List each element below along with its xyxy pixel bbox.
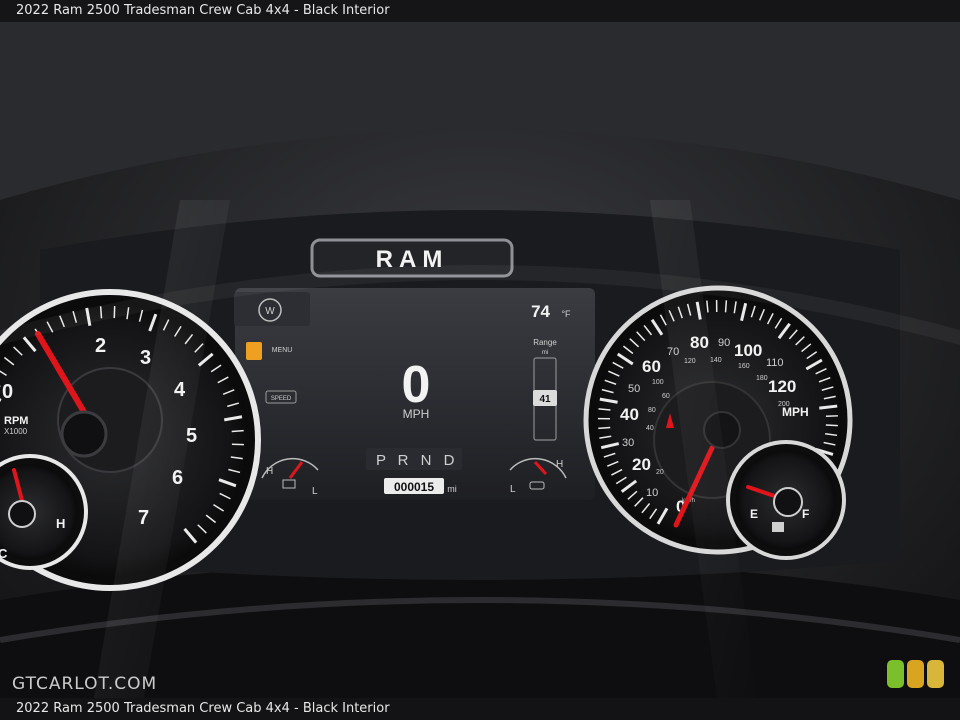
fuel-full: F [802, 507, 809, 521]
speed-label-60: 60 [642, 357, 661, 376]
speed-label-50: 50 [628, 383, 640, 395]
watermark-dots [887, 660, 944, 688]
center-display: W 74 °F MENU SPEED 0 MPH Range mi 41 P R… [234, 288, 595, 500]
gear-d: D [444, 452, 455, 469]
fuel-empty: E [750, 507, 758, 521]
speed-label-40: 40 [620, 405, 639, 424]
left-small-gauge-low: L [312, 486, 318, 497]
coolant-low: C [0, 546, 8, 561]
range-value: 41 [539, 394, 551, 405]
speed-label-10: 10 [646, 487, 658, 499]
digital-speed-unit: MPH [403, 407, 430, 421]
range-label: Range [533, 338, 557, 347]
coolant-high: H [56, 516, 65, 531]
tach-rpm-label: RPM [4, 415, 28, 427]
oil-gauge-low: L [510, 484, 516, 495]
odometer: 000015 [394, 480, 434, 494]
outside-temperature: 74 [531, 302, 550, 321]
gauge-tick [231, 429, 244, 433]
kmh-label-100: 100 [652, 379, 664, 386]
tach-label-3: 3 [140, 347, 151, 369]
speedo-unit: MPH [782, 405, 809, 419]
tach-hub [60, 410, 108, 458]
menu-label: MENU [272, 347, 293, 354]
speed-label-20: 20 [632, 455, 651, 474]
speed-label-120: 120 [768, 377, 796, 396]
range-unit: mi [542, 350, 548, 356]
instrument-cluster-photo: RAM W 74 °F MENU SPEED 0 MPH Range mi 41… [0, 0, 960, 720]
kmh-label-160: 160 [738, 363, 750, 370]
fuel-warning-icon [246, 342, 262, 360]
gauge-tick [598, 426, 611, 430]
tach-label-0: 0 [2, 381, 13, 403]
gear-r: R [398, 452, 409, 469]
gauge-tick [825, 424, 838, 427]
kmh-label-60: 60 [662, 393, 670, 400]
watermark: GTCARLOT.COM [12, 674, 158, 694]
kmh-label-180: 180 [756, 375, 768, 382]
caption-bottom: 2022 Ram 2500 Tradesman Crew Cab 4x4 - B… [0, 698, 960, 720]
odometer-unit: mi [447, 484, 457, 494]
left-small-gauge-high: H [266, 466, 273, 477]
gear-n: N [421, 452, 432, 469]
gauge-tick [819, 404, 838, 410]
speed-label-90: 90 [718, 337, 730, 349]
tach-rpm-sublabel: X1000 [4, 427, 28, 436]
speed-label-110: 110 [766, 357, 784, 369]
caption-top: 2022 Ram 2500 Tradesman Crew Cab 4x4 - B… [0, 0, 960, 22]
gear-p: P [376, 452, 386, 469]
tach-label-2: 2 [95, 335, 106, 357]
fuel-pump-icon [772, 522, 784, 532]
kmh-label-20: 20 [656, 469, 664, 476]
fuel-gauge: E F [726, 440, 846, 560]
kmh-label-40: 40 [646, 425, 654, 432]
speed-label-100: 100 [734, 341, 762, 360]
oil-gauge-high: H [556, 459, 563, 470]
speed-label: SPEED [271, 396, 292, 402]
temperature-unit: °F [561, 309, 571, 319]
kmh-label-80: 80 [648, 407, 656, 414]
compass-heading: W [265, 306, 275, 317]
gauge-tick [724, 300, 728, 313]
speed-label-30: 30 [622, 437, 634, 449]
digital-speed: 0 [402, 356, 431, 414]
